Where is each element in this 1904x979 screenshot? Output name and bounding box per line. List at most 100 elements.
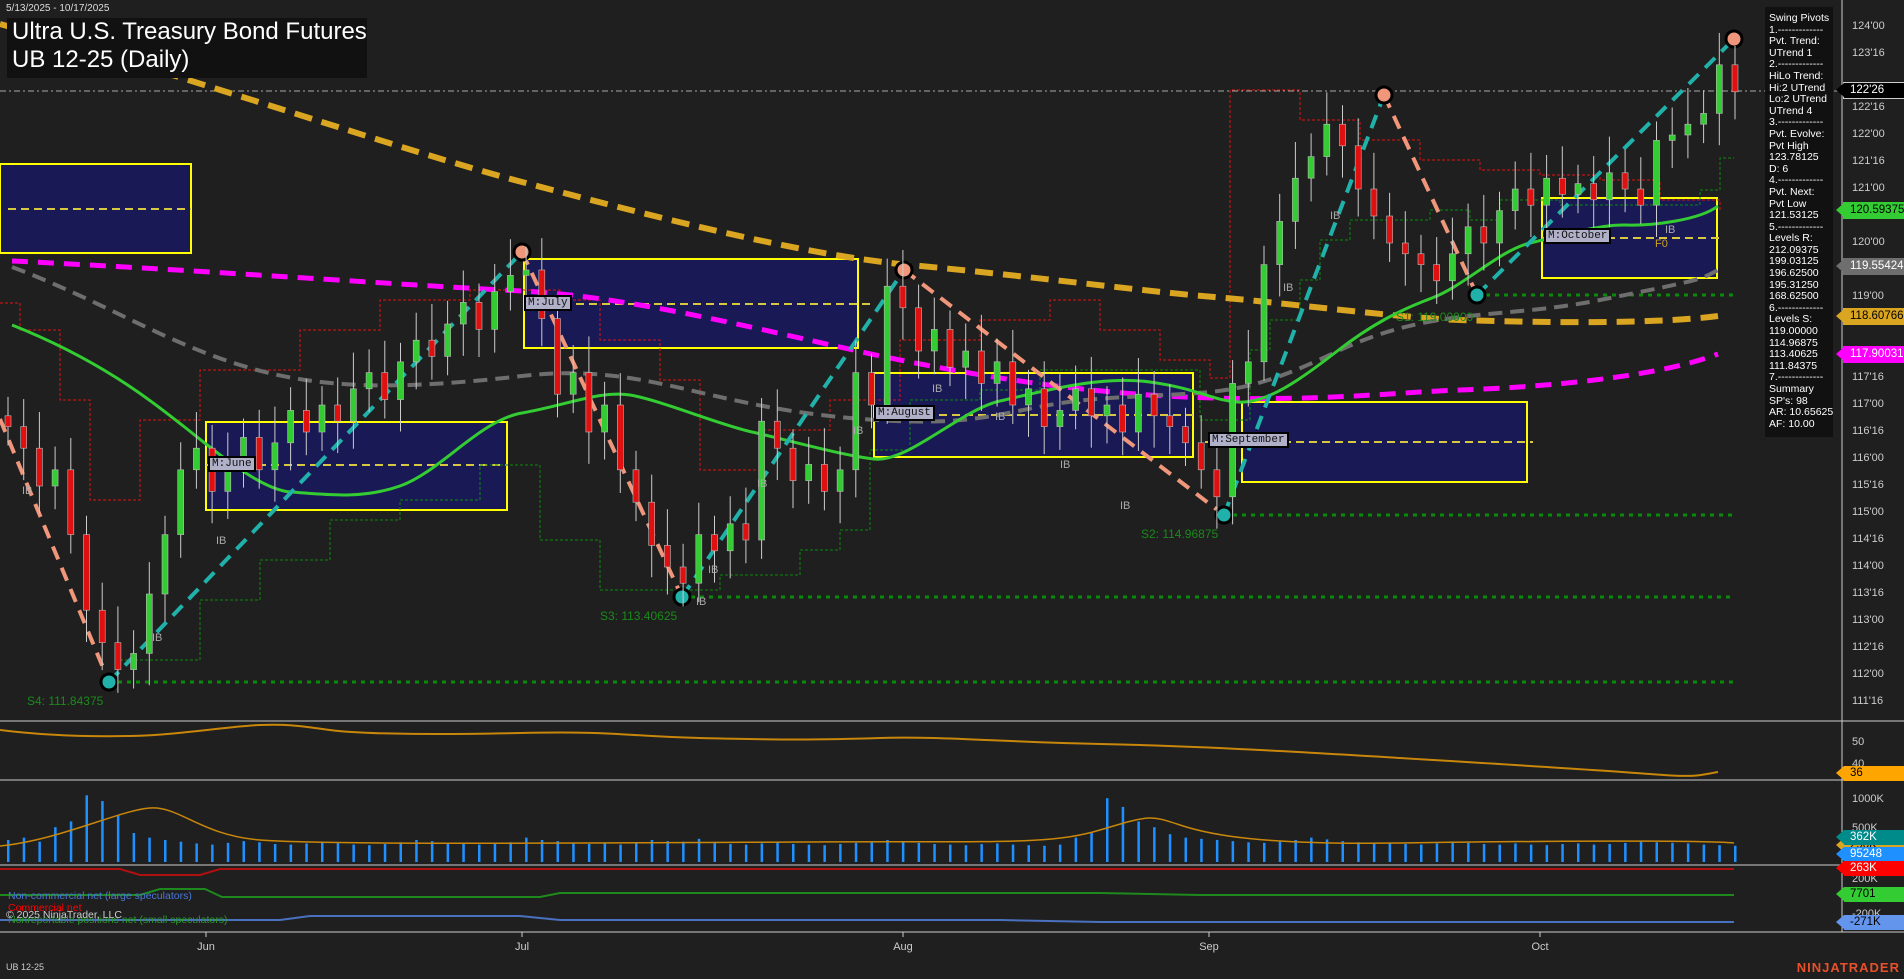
candle-body bbox=[1637, 188, 1645, 206]
candle-body bbox=[1716, 64, 1723, 114]
support-label-s1: S1: 119.00000 bbox=[1396, 310, 1474, 324]
copyright: © 2025 NinjaTrader, LLC bbox=[6, 909, 122, 921]
ib-label: IB bbox=[757, 478, 768, 490]
candle-body bbox=[1040, 388, 1048, 427]
ib-label: IB bbox=[1283, 282, 1294, 294]
volume-bar bbox=[1168, 834, 1172, 862]
candles bbox=[4, 32, 1739, 693]
x-label-sep: Sep bbox=[1199, 941, 1219, 953]
price-badge: 117.90031 bbox=[1836, 346, 1904, 363]
candle-body bbox=[930, 329, 938, 352]
candle-body bbox=[899, 285, 907, 309]
swing-pivot-line: 121.53125 bbox=[1769, 209, 1819, 222]
price-tick-label: 116'16 bbox=[1852, 425, 1884, 437]
ib-label: IB bbox=[995, 411, 1006, 423]
volume-bar bbox=[1435, 843, 1439, 862]
candle-body bbox=[397, 361, 404, 400]
volume-bar bbox=[807, 844, 811, 862]
candle-body bbox=[554, 318, 561, 395]
candle-body bbox=[4, 415, 12, 427]
volume-bar bbox=[69, 821, 73, 862]
price-tick-label: 111'16 bbox=[1852, 695, 1884, 707]
candle-body bbox=[1056, 410, 1064, 427]
support-label-s2: S2: 114.96875 bbox=[1141, 527, 1219, 541]
volume-bar bbox=[587, 844, 591, 862]
candle-body bbox=[1213, 469, 1221, 498]
volume-bar bbox=[729, 844, 732, 862]
volume-bar bbox=[430, 841, 434, 862]
candle-body bbox=[1684, 123, 1692, 136]
candle-body bbox=[161, 534, 169, 595]
volume-bar bbox=[1639, 841, 1643, 862]
volume-bar bbox=[1467, 842, 1470, 862]
candle-body bbox=[711, 534, 718, 552]
indicator-line bbox=[0, 723, 1719, 777]
ma-gray-dashed bbox=[11, 265, 1719, 424]
swing-pivot-line: HiLo Trend: bbox=[1769, 69, 1824, 82]
volume-bar bbox=[399, 842, 402, 862]
ib-label: IB bbox=[696, 596, 707, 608]
ib-label: IB bbox=[216, 535, 227, 547]
volume-bar bbox=[1121, 806, 1125, 862]
price-tick-label: 117'16 bbox=[1852, 371, 1884, 383]
candle-body bbox=[1150, 393, 1158, 417]
volume-bar bbox=[289, 844, 293, 862]
candle-body bbox=[1731, 64, 1739, 93]
instrument-footer: UB 12-25 bbox=[6, 962, 45, 972]
candle-body bbox=[130, 653, 137, 670]
volume-bar bbox=[1200, 838, 1203, 862]
volume-bar bbox=[242, 841, 245, 862]
cot-commercial-line bbox=[0, 868, 1734, 876]
volume-bar bbox=[1734, 845, 1737, 862]
price-tick-label: 112'16 bbox=[1852, 641, 1884, 653]
volume-bar bbox=[368, 845, 371, 862]
candle-body bbox=[67, 469, 75, 535]
volume-bar bbox=[493, 843, 497, 862]
volume-last-badge: 95248 bbox=[1836, 847, 1904, 862]
price-badge: 119.55424 bbox=[1836, 258, 1904, 275]
pivot-low-marker bbox=[672, 587, 692, 607]
pivot-low-marker bbox=[99, 672, 119, 692]
volume-bar bbox=[1263, 842, 1266, 862]
volume-bar bbox=[619, 844, 622, 862]
candle-body bbox=[51, 469, 59, 487]
volume-bar bbox=[226, 842, 230, 862]
candle-body bbox=[522, 269, 530, 276]
swing-pivot-line: Pvt. Evolve: bbox=[1769, 127, 1825, 140]
volume-bar bbox=[1577, 843, 1580, 862]
price-chart[interactable] bbox=[0, 0, 1904, 979]
candle-body bbox=[491, 291, 499, 330]
candle-body bbox=[946, 329, 954, 368]
instrument-title: Ultra U.S. Treasury Bond Futures bbox=[12, 18, 367, 45]
candle-body bbox=[1025, 388, 1032, 406]
ib-label: IB bbox=[1330, 210, 1341, 222]
volume-bar bbox=[38, 841, 41, 862]
volume-bar bbox=[1153, 827, 1156, 862]
volume-bar bbox=[1090, 833, 1093, 862]
volume-bar bbox=[164, 839, 167, 862]
ib-label: IB bbox=[853, 425, 864, 437]
volume-bar bbox=[1388, 843, 1392, 862]
candle-body bbox=[1386, 215, 1393, 244]
candle-body bbox=[569, 372, 577, 395]
swing-pivots-panel: Swing Pivots 1.------------- Pvt. Trend: UT… bbox=[1765, 7, 1833, 437]
ib-label: IB bbox=[708, 564, 719, 576]
candle-body bbox=[428, 339, 436, 357]
volume-bar bbox=[776, 842, 779, 862]
support-label-s3: S3: 113.40625 bbox=[600, 609, 678, 623]
volume-bar bbox=[54, 827, 57, 862]
support-label-s4: S4: 111.84375 bbox=[27, 694, 104, 708]
price-tick-label: 121'00 bbox=[1852, 182, 1885, 194]
volume-bar bbox=[854, 842, 858, 862]
volume-bar bbox=[1561, 844, 1564, 862]
volume-bar bbox=[179, 841, 183, 862]
candle-body bbox=[883, 285, 891, 406]
volume-bar bbox=[572, 842, 575, 862]
candle-body bbox=[1511, 188, 1519, 211]
candle-body bbox=[475, 302, 483, 330]
candle-body bbox=[302, 410, 310, 433]
candle-body bbox=[648, 501, 656, 546]
volume-bar bbox=[525, 837, 528, 862]
cot-commercial-badge: 263K bbox=[1836, 861, 1904, 876]
candle-body bbox=[193, 447, 200, 471]
